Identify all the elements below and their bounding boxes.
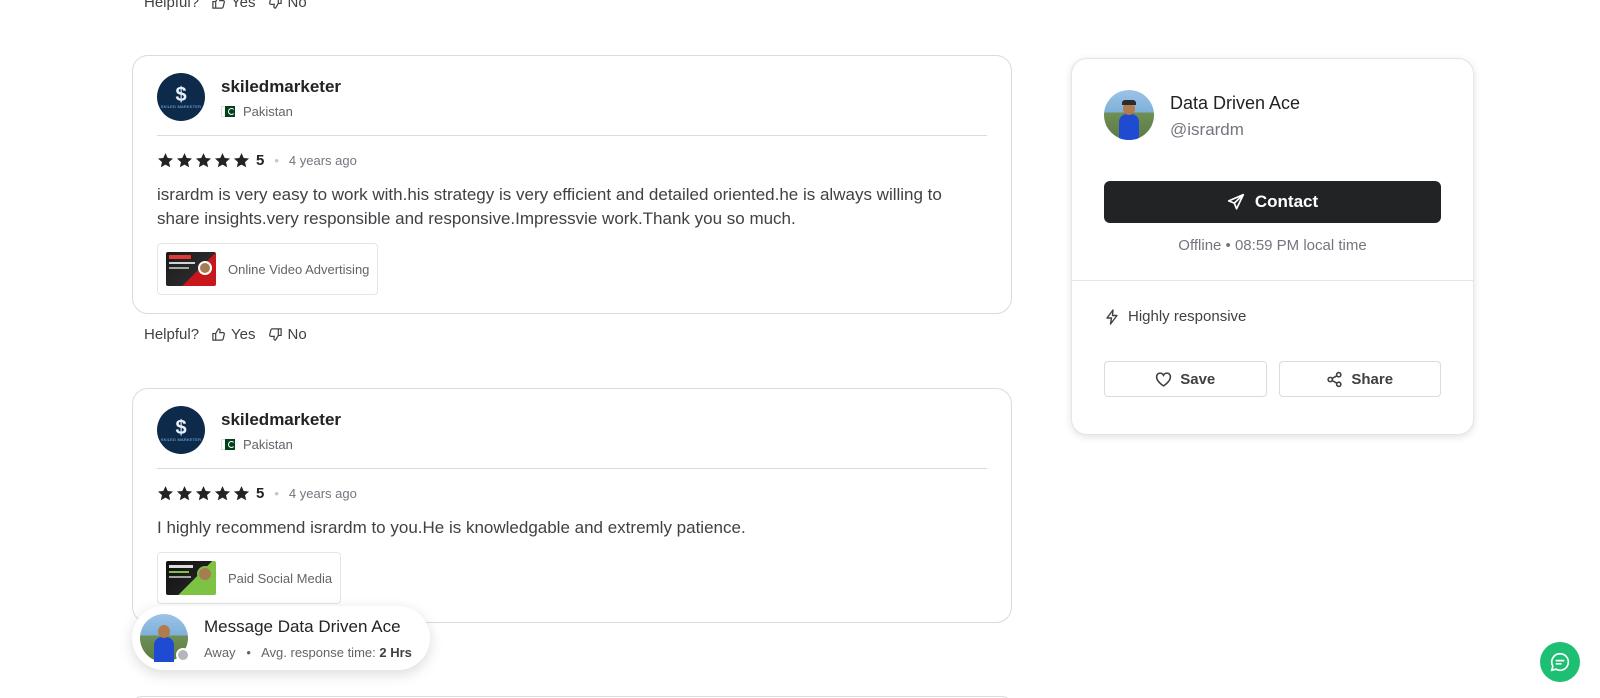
message-title: Message Data Driven Ace [204, 616, 401, 636]
badge-label: Highly responsive [1128, 308, 1247, 325]
chat-icon [1550, 652, 1570, 672]
helpful-yes-button[interactable]: Yes [211, 326, 256, 343]
rating-row: 5 • 4 years ago [133, 136, 1011, 169]
reviewer-avatar[interactable]: $ SKILED MARKETER [157, 73, 205, 121]
rating-value: 5 [256, 152, 265, 169]
response-value: 2 Hrs [379, 644, 412, 660]
seller-contact-card: Data Driven Ace @isrardm Contact Offline… [1071, 58, 1474, 435]
country-label: Pakistan [243, 436, 293, 452]
pakistan-flag-icon [221, 438, 235, 450]
dollar-logo-icon: $ [175, 83, 187, 106]
seller-actions: Save Share [1072, 325, 1473, 397]
away-status-dot [176, 648, 190, 662]
send-icon [1227, 193, 1245, 210]
share-label: Share [1351, 370, 1394, 388]
thumbs-up-icon [212, 0, 226, 9]
review-text: I highly recommend isrardm to you.He is … [157, 518, 746, 537]
star-icon [176, 153, 193, 168]
seller-name[interactable]: Data Driven Ace [1170, 91, 1300, 115]
separator-dot: • [239, 644, 259, 660]
star-icon [214, 486, 231, 501]
helpful-no-label: No [287, 0, 307, 11]
reviewer-avatar[interactable]: $ SKILED MARKETER [157, 406, 205, 454]
response-label: Avg. response time: [261, 644, 376, 660]
gig-thumbnail [166, 561, 216, 595]
logo-mark: SKILED MARKETER [160, 436, 202, 442]
star-icon [195, 486, 212, 501]
helpful-yes-button[interactable]: Yes [211, 0, 256, 11]
helpful-no-button[interactable]: No [268, 0, 307, 11]
seller-handle: @isrardm [1170, 119, 1244, 139]
logo-mark: SKILED MARKETER [160, 103, 202, 109]
star-icon [157, 153, 174, 168]
responsive-badge: Highly responsive [1072, 281, 1473, 325]
contact-button[interactable]: Contact [1104, 181, 1441, 223]
rating-value: 5 [256, 485, 265, 502]
reviewer-name[interactable]: skiledmarketer [221, 409, 341, 431]
chat-button[interactable] [1540, 642, 1580, 682]
country-label: Pakistan [243, 103, 293, 119]
review-card: $ SKILED MARKETER skiledmarketer Pakista… [132, 55, 1012, 314]
rating-row: 5 • 4 years ago [133, 469, 1011, 502]
thumbs-down-icon [268, 328, 282, 341]
reviewer-country: Pakistan [221, 104, 341, 119]
star-icon [214, 153, 231, 168]
message-seller-bubble[interactable]: Message Data Driven Ace Away • Avg. resp… [132, 606, 430, 670]
gig-chip[interactable]: Online Video Advertising [157, 243, 379, 295]
review-card: $ SKILED MARKETER skiledmarketer Pakista… [132, 388, 1012, 623]
save-label: Save [1180, 370, 1216, 388]
star-rating [157, 485, 250, 502]
star-icon [233, 486, 250, 501]
helpful-label: Helpful? [144, 326, 200, 343]
star-rating [157, 152, 250, 169]
star-icon [233, 153, 250, 168]
star-icon [176, 486, 193, 501]
contact-label: Contact [1254, 192, 1319, 211]
pakistan-flag-icon [221, 105, 235, 117]
heart-icon [1156, 371, 1172, 387]
star-icon [195, 153, 212, 168]
message-subtitle: Away • Avg. response time: 2 Hrs [204, 645, 412, 660]
thumbs-down-icon [268, 0, 282, 9]
review-text: isrardm is very easy to work with.his st… [157, 185, 942, 228]
helpful-no-button[interactable]: No [268, 326, 307, 343]
star-icon [157, 486, 174, 501]
lightning-icon [1106, 308, 1118, 325]
dollar-logo-icon: $ [175, 416, 187, 439]
review-time: 4 years ago [288, 486, 357, 501]
helpful-yes-label: Yes [231, 0, 256, 11]
share-button[interactable]: Share [1278, 361, 1441, 397]
review-time: 4 years ago [288, 153, 357, 168]
gig-chip[interactable]: Paid Social Media [157, 552, 342, 604]
away-status: Away [204, 644, 236, 660]
gig-thumbnail [166, 252, 216, 286]
gig-title: Paid Social Media [228, 570, 333, 586]
seller-status: Offline • 08:59 PM local time [1178, 237, 1367, 254]
save-button[interactable]: Save [1104, 361, 1267, 397]
share-icon [1327, 371, 1343, 387]
reviewer-country: Pakistan [221, 437, 341, 452]
helpful-no-label: No [287, 326, 307, 343]
helpful-label: Helpful? [144, 0, 200, 11]
gig-title: Online Video Advertising [228, 261, 370, 277]
separator-dot: • [274, 486, 279, 501]
seller-avatar [140, 614, 190, 662]
helpful-row: Helpful? Yes No [144, 326, 319, 343]
reviewer-name[interactable]: skiledmarketer [221, 76, 341, 98]
seller-avatar[interactable] [1104, 90, 1154, 140]
helpful-yes-label: Yes [231, 326, 256, 343]
helpful-row: Helpful? Yes No [144, 0, 319, 11]
separator-dot: • [274, 153, 279, 168]
thumbs-up-icon [212, 328, 226, 341]
